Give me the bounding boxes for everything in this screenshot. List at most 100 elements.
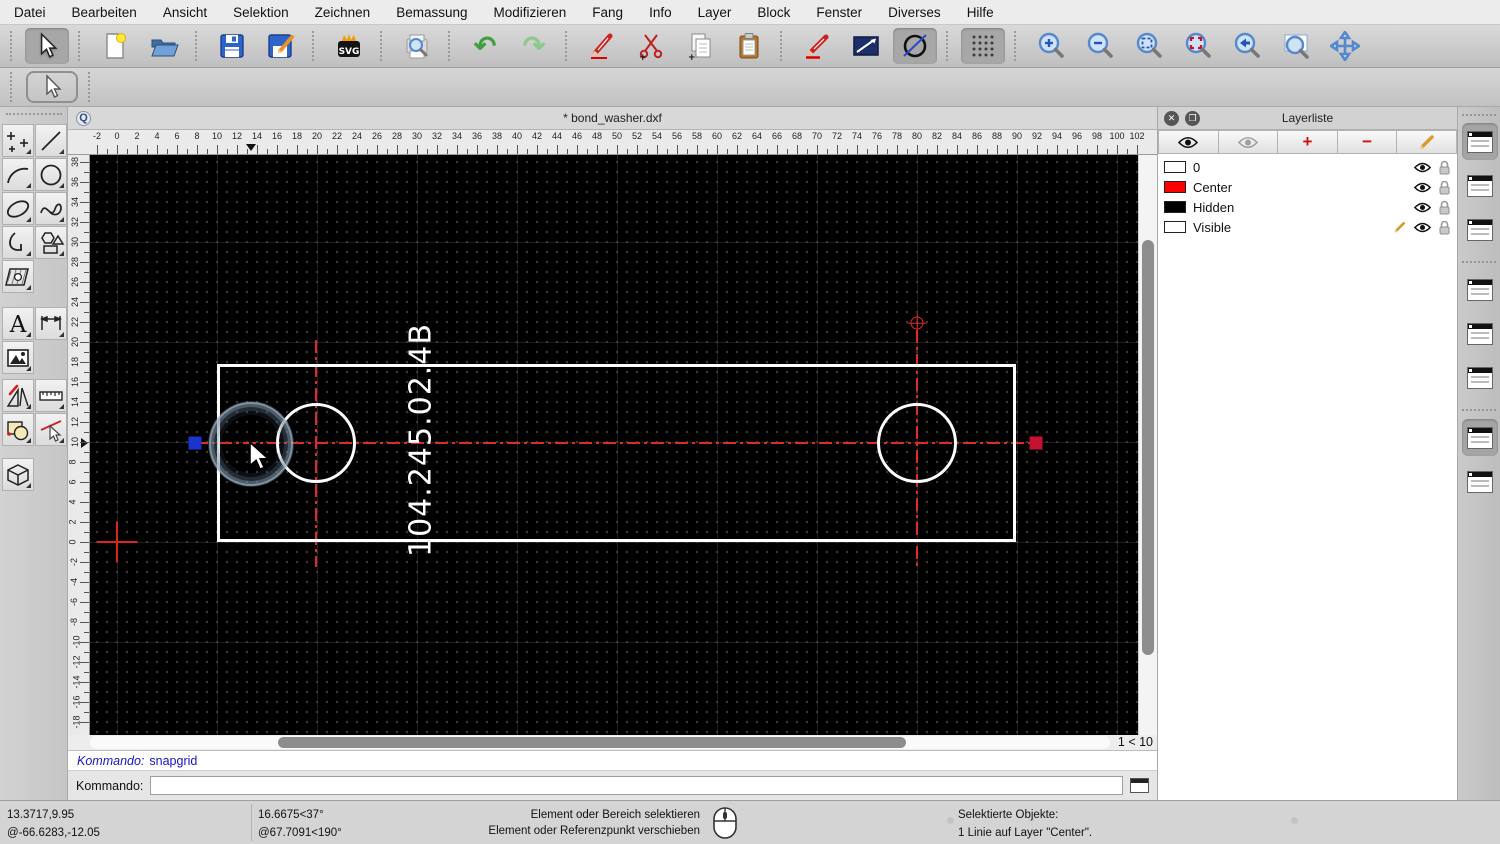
print-preview-button[interactable] — [395, 28, 439, 64]
zoom-previous-button[interactable] — [1225, 28, 1269, 64]
reset-pointer-button[interactable] — [26, 71, 78, 103]
zoom-out-button[interactable] — [1078, 28, 1122, 64]
cut-button[interactable]: + — [629, 28, 673, 64]
delete-button[interactable] — [580, 28, 624, 64]
layer-name[interactable]: Center — [1193, 180, 1232, 195]
redo-button[interactable]: ↷ — [512, 28, 556, 64]
command-input[interactable] — [150, 776, 1123, 795]
vertical-scrollbar-thumb[interactable] — [1142, 240, 1154, 655]
spline-tool[interactable] — [35, 192, 67, 225]
document-title[interactable]: * bond_washer.dxf — [68, 111, 1157, 125]
layer-visible-eye-icon[interactable] — [1414, 182, 1431, 193]
point-tool[interactable] — [2, 124, 34, 157]
library-browser-toggle-button[interactable] — [1462, 211, 1498, 248]
line-end-handle[interactable] — [1029, 436, 1043, 450]
layer-row-0[interactable]: 0 — [1158, 157, 1457, 177]
menu-item-zeichnen[interactable]: Zeichnen — [315, 5, 371, 20]
zoom-window-button[interactable] — [1274, 28, 1318, 64]
selection-pointer-button[interactable] — [25, 28, 69, 64]
image-tool[interactable] — [2, 341, 34, 374]
hide-all-layers-button[interactable] — [1218, 130, 1279, 154]
circle-tool[interactable] — [35, 158, 67, 191]
layer-row-hidden[interactable]: Hidden — [1158, 197, 1457, 217]
zoom-selection-button[interactable] — [1176, 28, 1220, 64]
layer-color-swatch[interactable] — [1164, 201, 1186, 213]
modify-tool[interactable] — [2, 379, 34, 412]
layer-color-swatch[interactable] — [1164, 181, 1186, 193]
measure-tool[interactable] — [35, 379, 67, 412]
menu-item-modifizieren[interactable]: Modifizieren — [494, 5, 567, 20]
layer-color-swatch[interactable] — [1164, 221, 1186, 233]
edit-layer-button[interactable] — [1397, 130, 1457, 154]
show-all-layers-button[interactable] — [1158, 130, 1219, 154]
layer-name[interactable]: 0 — [1193, 160, 1200, 175]
remove-layer-button[interactable]: − — [1337, 130, 1398, 154]
property-editor-toggle-button[interactable] — [1462, 271, 1498, 308]
layer-list-toggle-button[interactable] — [1462, 123, 1498, 160]
drawing-canvas[interactable]: 104.245.02.4B — [90, 155, 1138, 735]
reference-rectangle-button[interactable] — [844, 28, 888, 64]
menu-item-bearbeiten[interactable]: Bearbeiten — [72, 5, 137, 20]
menu-item-bemassung[interactable]: Bemassung — [396, 5, 467, 20]
selection-filter-toggle-button[interactable] — [1462, 315, 1498, 352]
paste-button[interactable] — [727, 28, 771, 64]
layer-visible-eye-icon[interactable] — [1414, 162, 1431, 173]
save-as-button[interactable] — [259, 28, 303, 64]
layer-lock-icon[interactable] — [1438, 220, 1451, 235]
horizontal-scrollbar[interactable] — [90, 736, 1110, 749]
modify-circle-button[interactable] — [893, 28, 937, 64]
zoom-in-button[interactable] — [1029, 28, 1073, 64]
layer-lock-icon[interactable] — [1438, 180, 1451, 195]
svg-export-button[interactable]: SVG — [327, 28, 371, 64]
layer-lock-icon[interactable] — [1438, 160, 1451, 175]
open-file-button[interactable] — [142, 28, 186, 64]
view-list-toggle-button[interactable] — [1462, 359, 1498, 396]
new-file-button[interactable] — [93, 28, 137, 64]
reference-point-marker[interactable] — [910, 316, 924, 330]
command-window-toggle-button[interactable] — [1130, 778, 1149, 793]
grid-toggle-button[interactable] — [961, 28, 1005, 64]
select-entity-tool[interactable] — [35, 413, 67, 446]
hatch-tool[interactable] — [2, 260, 34, 293]
menu-item-fenster[interactable]: Fenster — [816, 5, 862, 20]
vertical-scrollbar[interactable] — [1138, 155, 1157, 735]
washer-hole-right[interactable] — [877, 403, 957, 483]
menu-item-diverses[interactable]: Diverses — [888, 5, 941, 20]
pan-button[interactable] — [1323, 28, 1367, 64]
shape-tool[interactable] — [35, 226, 67, 259]
menu-item-selektion[interactable]: Selektion — [233, 5, 289, 20]
layer-color-swatch[interactable] — [1164, 161, 1186, 173]
layer-name[interactable]: Hidden — [1193, 200, 1234, 215]
line-tool[interactable] — [35, 124, 67, 157]
layer-visible-eye-icon[interactable] — [1414, 222, 1431, 233]
block-tool[interactable] — [2, 413, 34, 446]
layer-row-visible[interactable]: Visible — [1158, 217, 1457, 237]
menu-item-hilfe[interactable]: Hilfe — [967, 5, 994, 20]
layer-name[interactable]: Visible — [1193, 220, 1231, 235]
layer-row-center[interactable]: Center — [1158, 177, 1457, 197]
part-number-text[interactable]: 104.245.02.4B — [404, 323, 439, 557]
copy-button[interactable]: + — [678, 28, 722, 64]
close-panel-icon[interactable]: ✕ — [1164, 110, 1179, 126]
block-list-toggle-button[interactable] — [1462, 167, 1498, 204]
clipboard-panel-toggle-button[interactable] — [1462, 463, 1498, 500]
menu-item-block[interactable]: Block — [757, 5, 790, 20]
solid-tool[interactable] — [2, 458, 34, 491]
menu-item-datei[interactable]: Datei — [14, 5, 46, 20]
zoom-auto-button[interactable] — [1127, 28, 1171, 64]
dimension-tool[interactable] — [35, 307, 67, 340]
float-panel-icon[interactable]: ❐ — [1185, 110, 1200, 126]
command-line-toggle-button[interactable] — [1462, 419, 1498, 456]
horizontal-scrollbar-thumb[interactable] — [278, 737, 906, 748]
text-tool[interactable]: A — [2, 307, 34, 340]
menu-item-info[interactable]: Info — [649, 5, 672, 20]
arc-tool[interactable] — [2, 158, 34, 191]
layer-lock-icon[interactable] — [1438, 200, 1451, 215]
add-layer-button[interactable]: + — [1278, 130, 1338, 154]
polyline-tool[interactable] — [2, 226, 34, 259]
line-start-handle[interactable] — [188, 436, 202, 450]
undo-button[interactable]: ↶ — [463, 28, 507, 64]
menu-item-fang[interactable]: Fang — [592, 5, 623, 20]
save-button[interactable] — [210, 28, 254, 64]
ellipse-tool[interactable] — [2, 192, 34, 225]
